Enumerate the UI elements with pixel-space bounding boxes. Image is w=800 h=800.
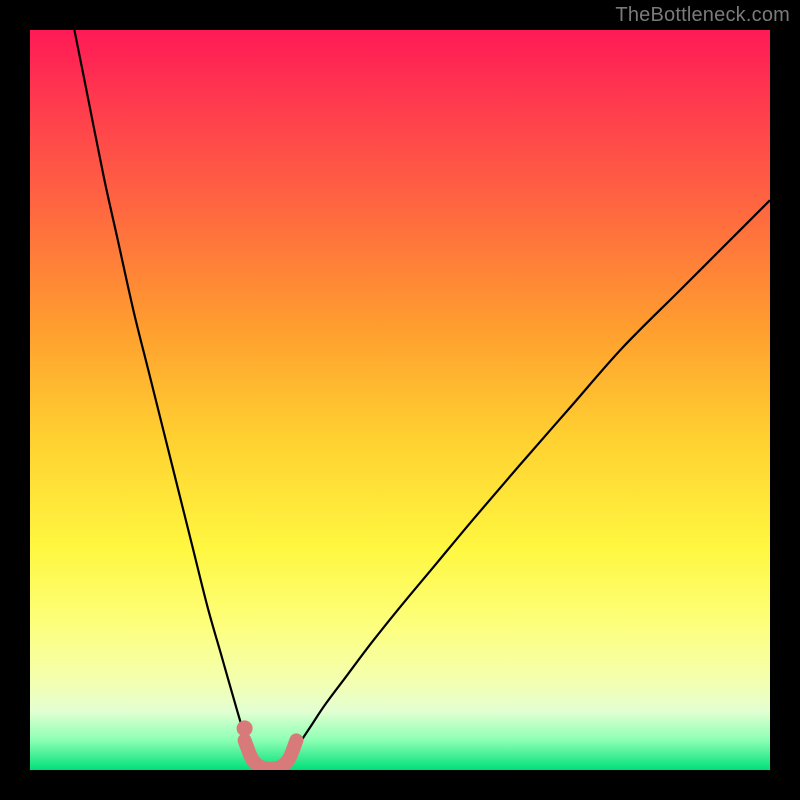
curve-right-branch — [296, 200, 770, 748]
curve-left-branch — [74, 30, 248, 748]
curve-layer — [30, 30, 770, 770]
highlight-start-dot-icon — [237, 720, 253, 736]
curve-minimum-highlight — [245, 740, 297, 768]
watermark-text: TheBottleneck.com — [615, 4, 790, 27]
chart-plot-area — [30, 30, 770, 770]
